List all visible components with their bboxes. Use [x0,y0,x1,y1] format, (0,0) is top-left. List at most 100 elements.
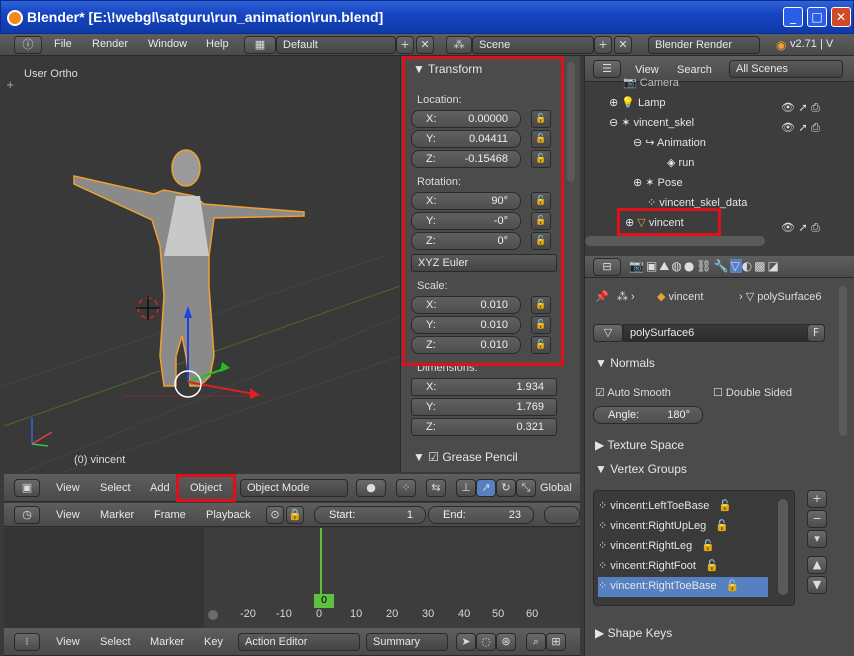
close-button[interactable]: ✕ [831,7,851,27]
list-item[interactable]: ⁘ vincent:LeftToeBase 🔓 [598,499,732,519]
double-sided-checkbox[interactable]: ☐ Double Sided [713,386,792,399]
editor-type-icon[interactable]: ⓘ [14,36,42,54]
lock-icon[interactable]: 🔒 [286,506,304,524]
dimension-y-field[interactable]: Y: 1.769 [411,398,557,416]
menu-select[interactable]: Select [100,636,131,648]
menu-frame[interactable]: Frame [154,509,186,521]
menu-key[interactable]: Key [204,636,223,648]
menu-add[interactable]: Add [150,482,170,494]
shading-icon[interactable]: ● [356,479,386,497]
menu-window[interactable]: Window [148,38,187,50]
menu-playback[interactable]: Playback [206,509,251,521]
start-frame-field[interactable]: Start: 1 [314,506,426,524]
pointer-icon[interactable]: ➤ [456,633,476,651]
breadcrumb-mesh[interactable]: › ▽ polySurface6 [739,290,821,303]
remove-group-icon[interactable]: − [807,510,827,528]
remove-scene-icon[interactable]: ✕ [614,36,632,54]
outliner-row-vincent-skel[interactable]: ⊖ ✶ vincent_skel [609,116,694,136]
menu-view[interactable]: View [56,636,80,648]
pin-icon[interactable]: 📌 [595,290,609,303]
end-frame-field[interactable]: End: 23 [428,506,534,524]
breadcrumb-object[interactable]: ◆ vincent [657,290,703,303]
menu-view[interactable]: View [56,509,80,521]
rotate-icon[interactable]: ↻ [496,479,516,497]
scrollbar[interactable] [778,499,788,595]
current-frame-field[interactable] [544,506,580,524]
screen-layout-field[interactable]: Default [276,36,396,54]
summary-toggle[interactable]: Summary [366,633,448,651]
mesh-name-field[interactable]: polySurface6 [623,324,819,342]
outliner-row-pose[interactable]: ⊕ ✶ Pose [633,176,683,196]
menu-marker[interactable]: Marker [100,509,134,521]
texture-space-panel-header[interactable]: ▶ Texture Space [595,438,684,452]
editor-type-icon[interactable]: ⊟ [593,258,621,276]
list-item[interactable]: ⁘ vincent:RightFoot 🔓 [598,559,719,579]
menu-render[interactable]: Render [92,38,128,50]
orientation-select[interactable]: Global [540,482,572,494]
outliner-row-animation[interactable]: ⊖ ↪ Animation [633,136,706,156]
move-down-icon[interactable]: ▼ [807,576,827,594]
add-layout-icon[interactable]: + [396,36,414,54]
shape-keys-panel-header[interactable]: ▶ Shape Keys [595,626,672,640]
scene-field[interactable]: Scene [472,36,594,54]
fake-user-button[interactable]: F [807,324,825,342]
menu-marker[interactable]: Marker [150,636,184,648]
mesh-browse-icon[interactable]: ▽ [593,324,623,342]
editor-type-icon[interactable]: ⁝ [14,633,40,651]
manipulator-icon[interactable]: ⊥ [456,479,476,497]
filter-icon[interactable]: ⊛ [496,633,516,651]
add-group-icon[interactable]: + [807,490,827,508]
add-scene-icon[interactable]: + [594,36,612,54]
scrollbar[interactable] [567,62,575,182]
mode-select[interactable]: Object Mode [240,479,348,497]
menu-search[interactable]: Search [677,64,712,76]
specials-menu-icon[interactable]: ▾ [807,530,827,548]
editor-type-icon[interactable]: ▣ [14,479,40,497]
outliner-filter-select[interactable]: All Scenes [729,60,843,78]
scrollbar[interactable] [839,286,847,436]
move-up-icon[interactable]: ▲ [807,556,827,574]
menu-help[interactable]: Help [206,38,229,50]
list-item-selected[interactable]: ⁘ vincent:RightToeBase 🔓 [598,577,768,597]
editor-type-icon[interactable]: ☰ [593,60,621,78]
outliner-row-camera[interactable]: 📷 Camera [623,76,679,96]
remove-layout-icon[interactable]: ✕ [416,36,434,54]
editor-mode-select[interactable]: Action Editor [238,633,360,651]
search-icon[interactable]: ⌕ [526,633,546,651]
menu-file[interactable]: File [54,38,72,50]
auto-smooth-checkbox[interactable]: ☑ Auto Smooth [595,386,671,399]
minimize-button[interactable]: _ [783,7,803,27]
scrollbar-handle[interactable] [208,610,218,620]
grease-pencil-header[interactable]: ▼ ☑ Grease Pencil [413,450,518,464]
editor-type-icon[interactable]: ◷ [14,506,40,524]
dimension-x-field[interactable]: X: 1.934 [411,378,557,396]
menu-select[interactable]: Select [100,482,131,494]
scrollbar[interactable] [585,236,765,246]
outliner-row-lamp[interactable]: ⊕ 💡 Lamp [609,96,666,116]
maximize-button[interactable]: □ [807,7,827,27]
timeline-area[interactable]: 0 -20 -10 0 10 20 30 40 50 60 [4,528,580,628]
translate-icon[interactable]: ↗ [476,479,496,497]
vertex-group-list[interactable]: ⁘ vincent:LeftToeBase 🔓 ⁘ vincent:RightU… [593,490,795,606]
zoom-icon[interactable]: ⊞ [546,633,566,651]
context-tabs[interactable]: 📷▣⛰◍●⛓🔧▽◐▩◪ [629,259,781,274]
render-engine-select[interactable]: Blender Render [648,36,760,54]
pivot-icon[interactable]: ⁘ [396,479,416,497]
menu-view[interactable]: View [56,482,80,494]
visibility-icons[interactable]: 👁 ➚ ⎙ 👁 ➚ ⎙ 👁 ➚ ⎙ [781,98,820,238]
screen-layout-icon[interactable]: ▦ [244,36,276,54]
scale-icon[interactable]: ⤡ [516,479,536,497]
angle-field[interactable]: Angle: 180° [593,406,703,424]
scene-icon[interactable]: ⁂ [446,36,472,54]
record-icon[interactable]: ⊙ [266,506,284,524]
list-item[interactable]: ⁘ vincent:RightLeg 🔓 [598,539,715,559]
vertex-groups-panel-header[interactable]: ▼ Vertex Groups [595,462,687,476]
outliner-row-run[interactable]: ◈ run [667,156,694,176]
menu-object[interactable]: Object [190,482,222,494]
snap-icon[interactable]: ⇆ [426,479,446,497]
dimension-z-field[interactable]: Z: 0.321 [411,418,557,436]
menu-view[interactable]: View [635,64,659,76]
normals-panel-header[interactable]: ▼ Normals [595,356,655,370]
ghost-icon[interactable]: ◌ [476,633,496,651]
list-item[interactable]: ⁘ vincent:RightUpLeg 🔓 [598,519,729,539]
